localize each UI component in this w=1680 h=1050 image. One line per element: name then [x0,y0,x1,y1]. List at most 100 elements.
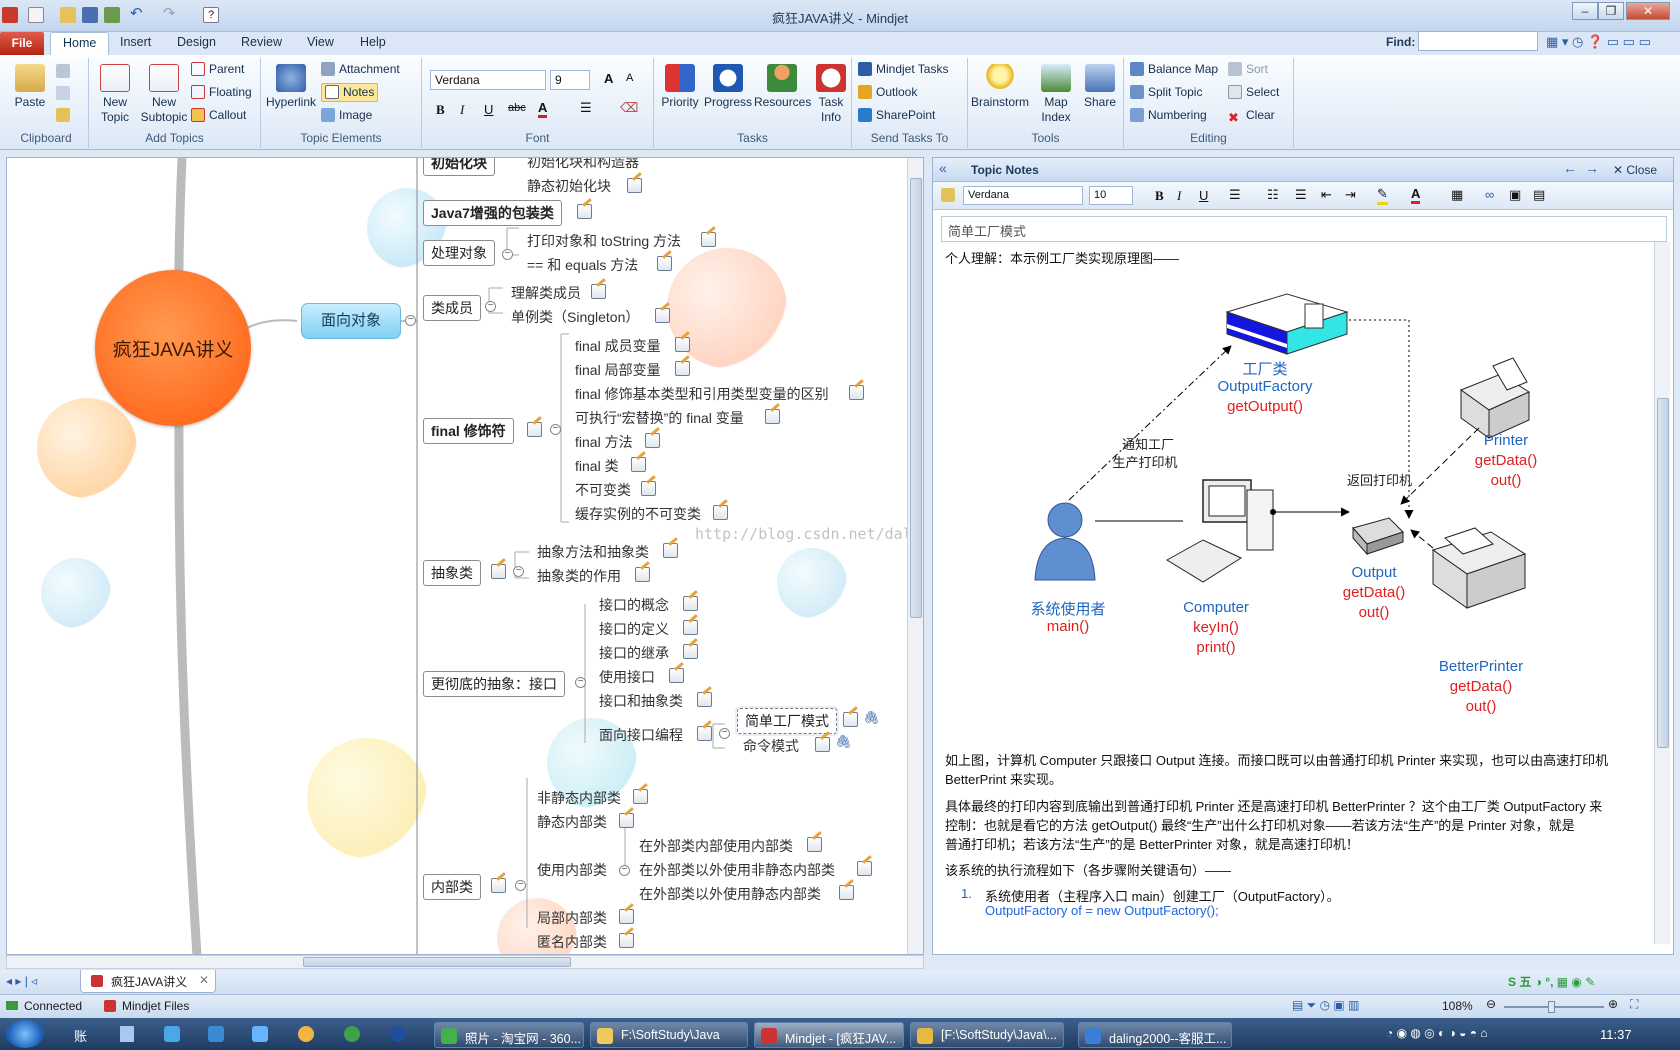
callout-button[interactable]: Callout [191,108,246,123]
note-icon[interactable] [843,712,858,727]
subtopic[interactable]: 使用内部类 [537,860,607,880]
notes-align-icon[interactable]: ☰ [1229,187,1241,203]
notes-italic-icon[interactable]: I [1177,188,1181,204]
italic-icon[interactable]: I [460,102,464,118]
subtopic[interactable]: 抽象方法和抽象类 [537,542,649,562]
note-icon[interactable] [657,256,672,271]
subtopic[interactable]: final 修饰基本类型和引用类型变量的区别 [575,384,829,404]
subtopic[interactable]: 初始化块和构造器 [527,158,639,172]
notes-image-icon[interactable]: ▣ [1509,187,1521,203]
balance-map-button[interactable]: Balance Map [1130,62,1218,77]
collapse-toggle-icon[interactable]: − [502,249,513,260]
subtopic[interactable]: final 局部变量 [575,360,661,380]
priority-button[interactable]: Priority [656,64,704,110]
ime-indicator[interactable]: S 五 ◑ °, ▦ ◉ ✎ [1508,973,1595,990]
subtopic[interactable]: 可执行“宏替换”的 final 变量 [575,408,744,428]
note-body[interactable]: 个人理解：本示例工厂类实现原理图—— 工厂类 OutputFactory get… [941,242,1659,946]
file-menu-button[interactable]: File [0,32,44,55]
notes-bold-icon[interactable]: B [1155,188,1164,204]
clear-button[interactable]: ✖ Clear [1228,108,1275,125]
note-icon[interactable] [663,543,678,558]
outlook-button[interactable]: Outlook [858,85,917,100]
format-painter-icon[interactable] [941,188,955,202]
new-subtopic-button[interactable]: New Subtopic [139,64,189,125]
notes-more-icon[interactable]: ▤ [1533,187,1545,203]
subtopic[interactable]: 匿名内部类 [537,932,607,952]
numbering-button[interactable]: Numbering [1130,108,1207,123]
subtopic[interactable]: 面向接口编程 [599,725,683,745]
note-icon[interactable] [675,361,690,376]
note-icon[interactable] [627,178,642,193]
notes-table-icon[interactable]: ▦ [1451,187,1463,203]
note-icon[interactable] [491,878,506,893]
parent-button[interactable]: Parent [191,62,244,77]
map-horizontal-scrollbar[interactable] [6,955,924,969]
main-topic-oop[interactable]: 面向对象 [301,303,401,339]
notes-button[interactable]: Notes [321,83,379,102]
subtopic[interactable]: final 成员变量 [575,336,661,356]
progress-button[interactable]: Progress [704,64,752,110]
tab-home[interactable]: Home [50,32,110,55]
notes-bullet-list-icon[interactable]: ☰ [1295,187,1307,203]
notes-highlight-icon[interactable]: ✎ [1377,186,1388,205]
topic-java7[interactable]: Java7增强的包装类 [423,200,562,226]
note-icon[interactable] [675,337,690,352]
subtopic[interactable]: 抽象类的作用 [537,566,621,586]
zoom-out-icon[interactable]: ⊖ [1486,997,1496,1011]
notes-link-icon[interactable]: ∞ [1485,187,1494,202]
map-hscroll-thumb[interactable] [303,957,571,967]
note-icon[interactable] [527,422,542,437]
close-notes-button[interactable]: ✕ Close [1613,163,1657,177]
underline-icon[interactable]: U [484,102,493,117]
tab-help[interactable]: Help [360,35,386,49]
collapse-pane-icon[interactable]: « [939,160,947,176]
pinned-app-icon[interactable] [120,1026,134,1042]
notes-outdent-icon[interactable]: ⇤ [1321,187,1332,203]
topic-interface[interactable]: 更彻底的抽象：接口 [423,671,565,697]
tab-insert[interactable]: Insert [120,35,151,49]
subtopic[interactable]: 接口的定义 [599,619,669,639]
brainstorm-button[interactable]: Brainstorm [970,64,1030,110]
shrink-font-icon[interactable]: A [626,72,633,84]
attachment-button[interactable]: Attachment [321,62,400,77]
connection-status[interactable]: Connected [6,999,82,1013]
subtopic[interactable]: 在外部类内部使用内部类 [639,836,793,856]
note-icon[interactable] [645,433,660,448]
minimize-button[interactable]: – [1572,2,1598,20]
system-tray-icons[interactable]: ◔ ◉ ◍ ◎ ◐ ◑ ◒ ◓ ⌂ [1386,1026,1586,1044]
font-family-select[interactable]: Verdana [430,70,546,90]
subtopic[interactable]: 接口和抽象类 [599,691,683,711]
subtopic[interactable]: == 和 equals 方法 [527,255,638,275]
subtopic[interactable]: 使用接口 [599,667,655,687]
topic-abstract[interactable]: 抽象类 [423,560,481,586]
paste-button[interactable]: Paste [10,64,50,110]
note-icon[interactable] [655,308,670,323]
subtopic[interactable]: 在外部类以外使用静态内部类 [639,884,821,904]
notes-font-color-icon[interactable]: A [1411,186,1421,204]
map-index-button[interactable]: Map Index [1034,64,1078,125]
collapse-toggle-icon[interactable]: − [485,301,496,312]
format-painter-icon[interactable] [56,108,70,122]
note-icon[interactable] [815,737,830,752]
subtopic[interactable]: 接口的概念 [599,595,669,615]
topic-handle-objects[interactable]: 处理对象 [423,240,495,266]
share-button[interactable]: Share [1080,64,1120,110]
zoom-slider[interactable] [1504,1001,1604,1013]
notes-vertical-scrollbar[interactable] [1654,242,1670,944]
note-icon[interactable] [591,284,606,299]
map-vertical-scrollbar[interactable] [907,158,923,954]
subtopic[interactable]: 理解类成员 [511,283,581,303]
subtopic[interactable]: 缓存实例的不可变类 [575,504,701,524]
note-icon[interactable] [839,885,854,900]
image-button[interactable]: Image [321,108,372,123]
tab-design[interactable]: Design [177,35,216,49]
subtopic[interactable]: 在外部类以外使用非静态内部类 [639,860,835,880]
collapse-toggle-icon[interactable]: − [619,865,630,876]
resources-button[interactable]: Resources [754,64,811,110]
pinned-app-icon[interactable] [208,1026,224,1042]
taskbar-pinned-label[interactable]: 账 [74,1026,87,1045]
subtopic[interactable]: 局部内部类 [537,908,607,928]
ribbon-options-icons[interactable]: ▦ ▾ ◷ ❓ ▭ ▭ ▭ [1546,34,1651,50]
note-icon[interactable] [635,567,650,582]
collapse-toggle-icon[interactable]: − [719,728,730,739]
